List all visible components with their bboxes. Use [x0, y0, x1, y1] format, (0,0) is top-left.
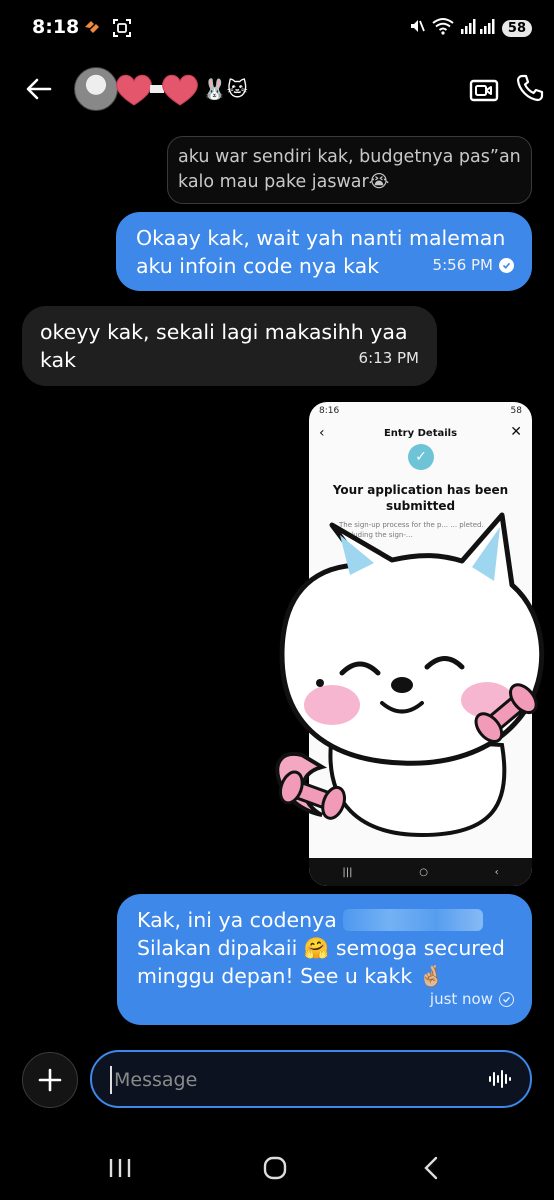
cat-sticker[interactable]: [262, 505, 554, 847]
message-meta: 6:13 PM: [359, 344, 419, 372]
signal-icon: [460, 17, 496, 39]
chat-header: 🐰🐱: [0, 60, 554, 120]
image-status-battery: 58: [510, 406, 522, 416]
phone-icon: [516, 74, 544, 102]
screenshot-icon: [112, 18, 132, 42]
attach-button[interactable]: [22, 1052, 78, 1108]
back-button[interactable]: [24, 74, 54, 104]
chevron-left-icon: [424, 1156, 438, 1180]
message-time: 6:13 PM: [358, 349, 419, 367]
message-time: 5:56 PM: [432, 256, 493, 274]
message-text: Kak, ini ya codenya: [137, 908, 337, 932]
checkmark-icon: [499, 991, 514, 1007]
wifi-icon: [432, 17, 454, 39]
image-nav-bar: ||| ○ ‹: [309, 858, 532, 886]
image-success-check-icon: ✓: [408, 444, 434, 470]
app-notification-icon: [82, 18, 102, 42]
video-call-button[interactable]: [468, 74, 500, 106]
battery-indicator: 58: [501, 19, 532, 37]
contact-emoji: 🐰🐱: [202, 77, 248, 101]
image-status-time: 8:16: [319, 406, 340, 416]
mute-icon: [408, 17, 426, 39]
cat-sticker-icon: [275, 512, 545, 838]
image-status-bar: 8:16 58: [319, 406, 522, 416]
contact-info[interactable]: 🐰🐱: [74, 66, 248, 112]
image-close-icon: ✕: [510, 424, 522, 440]
redacted-code: [343, 909, 484, 931]
image-nav-back-icon: ‹: [494, 866, 499, 878]
system-back-button[interactable]: [420, 1155, 442, 1185]
quoted-reply-text: aku war sendiri kak, budgetnya pas”an ka…: [178, 147, 521, 192]
status-bar: 8:18 58: [0, 0, 554, 58]
system-nav-bar: [0, 1140, 554, 1200]
message-text: okeyy kak, sekali lagi makasihh yaa kak: [40, 320, 408, 372]
contact-name-redacted: 🐰🐱: [112, 69, 248, 109]
voice-call-button[interactable]: [514, 72, 546, 104]
message-composer[interactable]: [90, 1050, 532, 1108]
voice-message-button[interactable]: [488, 1067, 512, 1091]
message-meta: just now: [430, 985, 514, 1013]
outgoing-message[interactable]: Okaay kak, wait yah nanti maleman aku in…: [116, 212, 532, 291]
back-arrow-icon: [26, 78, 52, 100]
message-text: Silakan dipakaii 🤗 semoga secured minggu…: [137, 936, 505, 988]
status-time: 8:18: [32, 16, 80, 38]
plus-icon: [38, 1068, 62, 1092]
message-time: just now: [429, 990, 493, 1008]
recents-button[interactable]: [108, 1157, 132, 1183]
video-call-icon: [469, 79, 499, 102]
image-nav-home-icon: ○: [419, 866, 428, 878]
image-nav-recents-icon: |||: [342, 866, 353, 878]
message-input[interactable]: [110, 1066, 470, 1094]
voice-icon: [489, 1070, 511, 1088]
home-icon: [263, 1156, 287, 1180]
status-right-icons: 58: [408, 17, 532, 39]
checkmark-icon: [499, 257, 514, 273]
recents-icon: [109, 1159, 131, 1177]
image-title: Entry Details: [383, 428, 458, 439]
status-left-icons: [82, 18, 132, 42]
home-button[interactable]: [262, 1155, 288, 1185]
outgoing-message[interactable]: Kak, ini ya codenya Silakan dipakaii 🤗 s…: [117, 894, 532, 1025]
quoted-reply[interactable]: aku war sendiri kak, budgetnya pas”an ka…: [167, 136, 532, 204]
message-line: Kak, ini ya codenya: [137, 906, 512, 934]
heart-sticker-icon: [116, 74, 198, 106]
incoming-message[interactable]: okeyy kak, sekali lagi makasihh yaa kak …: [22, 306, 437, 386]
message-meta: 5:56 PM: [433, 251, 514, 279]
